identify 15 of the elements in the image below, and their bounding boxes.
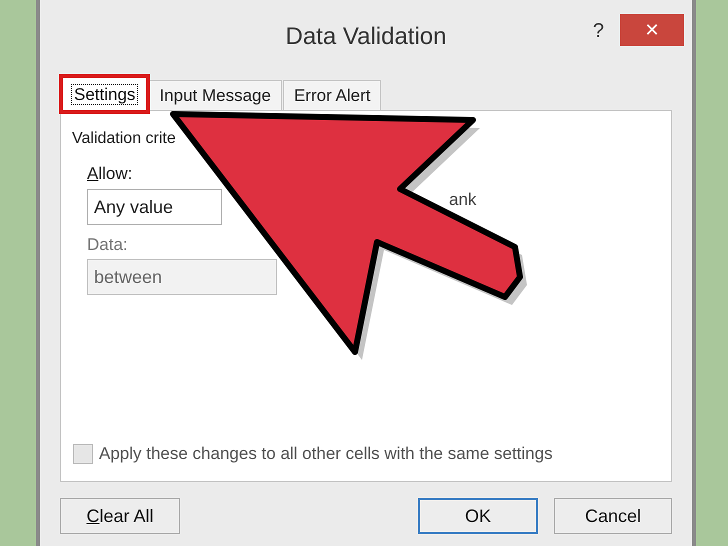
tab[interactable]: Input Message [148, 80, 282, 110]
tab[interactable]: Settings [62, 77, 148, 111]
field-label: Data: [87, 234, 128, 256]
field-label: Allow: [87, 163, 132, 185]
allow-dropdown[interactable]: Any value [87, 189, 222, 225]
dialog-button[interactable]: Cancel [554, 498, 672, 534]
help-button[interactable]: ? [592, 16, 604, 46]
close-button[interactable]: ✕ [620, 14, 684, 46]
checkbox-label: ank [449, 189, 476, 211]
window-title: Data Validation [286, 22, 446, 52]
checkbox-label: Apply these changes to all other cells with the same settings [99, 443, 553, 465]
dialog-button[interactable]: Clear All [60, 498, 180, 534]
dialog-button[interactable]: OK [418, 498, 538, 534]
group-label: Validation crite [72, 129, 176, 149]
tab[interactable]: Error Alert [282, 80, 382, 110]
